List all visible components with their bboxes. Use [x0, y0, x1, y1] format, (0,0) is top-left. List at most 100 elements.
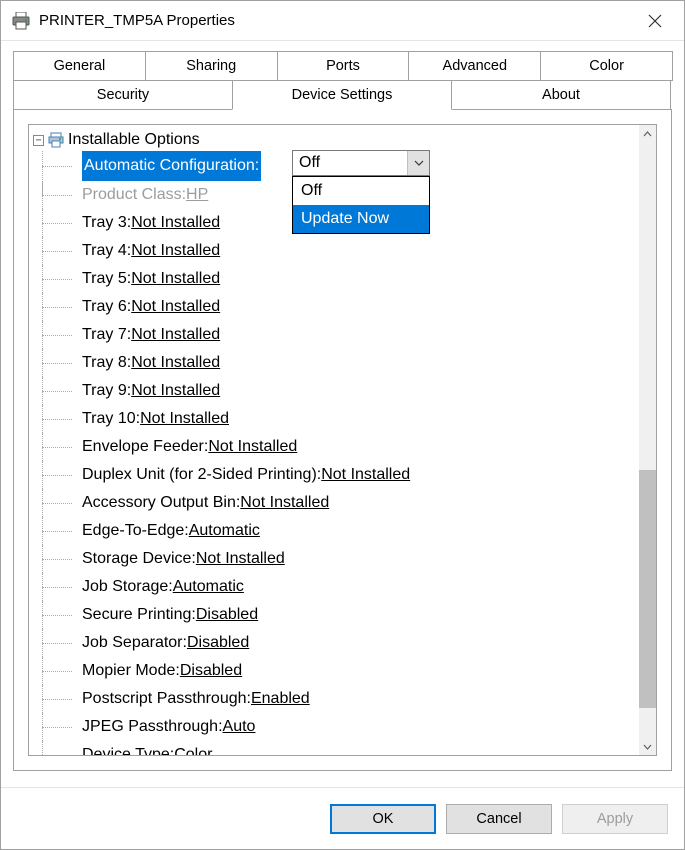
tree-item-label: Tray 5:	[82, 265, 131, 293]
ok-button[interactable]: OK	[330, 804, 436, 834]
tree-item[interactable]: Tray 10: Not Installed	[42, 405, 639, 433]
tree-item-label: Tray 7:	[82, 321, 131, 349]
tree-item-value[interactable]: Not Installed	[321, 461, 410, 489]
tree-item-value[interactable]: Not Installed	[140, 405, 229, 433]
tree-item-label: Device Type:	[82, 741, 174, 755]
tree-root-label: Installable Options	[68, 131, 200, 149]
tree-item-label: Automatic Configuration:	[82, 151, 261, 181]
tree-item[interactable]: Tray 8: Not Installed	[42, 349, 639, 377]
tree-item-label: Storage Device:	[82, 545, 196, 573]
tree-item[interactable]: Tray 9: Not Installed	[42, 377, 639, 405]
tree-item-label: Job Storage:	[82, 573, 173, 601]
tree-item-label: Mopier Mode:	[82, 657, 180, 685]
tab-advanced[interactable]: Advanced	[408, 51, 541, 81]
tab-sharing[interactable]: Sharing	[145, 51, 278, 81]
tree-item-label: Tray 6:	[82, 293, 131, 321]
tree-item-label: Tray 3:	[82, 209, 131, 237]
tree-item[interactable]: Duplex Unit (for 2-Sided Printing): Not …	[42, 461, 639, 489]
tree-item[interactable]: Tray 7: Not Installed	[42, 321, 639, 349]
tree-item[interactable]: Accessory Output Bin: Not Installed	[42, 489, 639, 517]
tab-ports[interactable]: Ports	[277, 51, 410, 81]
tree-viewport: − Installable Options Automatic Configur…	[29, 125, 639, 755]
tree-item-label: Tray 10:	[82, 405, 140, 433]
dropdown-button[interactable]	[407, 151, 429, 175]
tree-item-value[interactable]: Disabled	[187, 629, 249, 657]
tab-content: − Installable Options Automatic Configur…	[13, 109, 672, 771]
tree-item[interactable]: Tray 4: Not Installed	[42, 237, 639, 265]
tree-item-label: JPEG Passthrough:	[82, 713, 223, 741]
chevron-up-icon	[643, 131, 652, 137]
tree-item-value[interactable]: Not Installed	[131, 237, 220, 265]
tree-item-value[interactable]: Auto	[223, 713, 256, 741]
tree-item[interactable]: Edge-To-Edge: Automatic	[42, 517, 639, 545]
dropdown-option[interactable]: Off	[293, 177, 429, 205]
tree-item[interactable]: JPEG Passthrough: Auto	[42, 713, 639, 741]
tree-item-label: Envelope Feeder:	[82, 433, 208, 461]
tree-item-label: Job Separator:	[82, 629, 187, 657]
collapse-icon[interactable]: −	[33, 135, 44, 146]
tree-item-label: Tray 8:	[82, 349, 131, 377]
tab-strip: GeneralSharingPortsAdvancedColor Managem…	[13, 51, 672, 110]
tree-item-label: Duplex Unit (for 2-Sided Printing):	[82, 461, 321, 489]
tree-item-value[interactable]: Not Installed	[131, 293, 220, 321]
printer-icon	[11, 12, 31, 30]
close-icon	[648, 14, 662, 28]
tree-item-value[interactable]: Not Installed	[131, 349, 220, 377]
window-title: PRINTER_TMP5A Properties	[39, 12, 235, 29]
tree-item-value[interactable]: Automatic	[189, 517, 260, 545]
dropdown-list[interactable]: OffUpdate Now	[292, 176, 430, 234]
tab-general[interactable]: General	[13, 51, 146, 81]
tree-item-value[interactable]: Not Installed	[131, 321, 220, 349]
tree-item-label: Tray 9:	[82, 377, 131, 405]
dropdown-selected-value: Off	[293, 154, 407, 172]
tree-item[interactable]: Envelope Feeder: Not Installed	[42, 433, 639, 461]
chevron-down-icon	[414, 160, 424, 166]
vertical-scrollbar[interactable]	[639, 125, 656, 755]
automatic-configuration-dropdown[interactable]: Off	[292, 150, 430, 176]
tree-item-value[interactable]: Not Installed	[131, 209, 220, 237]
tree-item[interactable]: Device Type: Color	[42, 741, 639, 755]
tree-item[interactable]: Mopier Mode: Disabled	[42, 657, 639, 685]
tree-item-value[interactable]: Not Installed	[208, 433, 297, 461]
tab-about[interactable]: About	[451, 80, 671, 110]
tree-item-value[interactable]: Not Installed	[240, 489, 329, 517]
tree-item-value[interactable]: Not Installed	[131, 377, 220, 405]
tree-item-label: Postscript Passthrough:	[82, 685, 251, 713]
tree-item-value[interactable]: HP	[186, 181, 208, 209]
tree-item-value[interactable]: Automatic	[173, 573, 244, 601]
tree-item[interactable]: Postscript Passthrough: Enabled	[42, 685, 639, 713]
tree-item-value[interactable]: Color	[174, 741, 212, 755]
tree-item-value[interactable]: Enabled	[251, 685, 310, 713]
tree-item-label: Accessory Output Bin:	[82, 489, 240, 517]
tree-item-value[interactable]: Not Installed	[131, 265, 220, 293]
tree-item-value[interactable]: Disabled	[180, 657, 242, 685]
tree-item[interactable]: Job Storage: Automatic	[42, 573, 639, 601]
dialog-footer: OK Cancel Apply	[1, 787, 684, 849]
tree-item-value[interactable]: Disabled	[196, 601, 258, 629]
scroll-track[interactable]	[639, 142, 656, 738]
scroll-down-button[interactable]	[639, 738, 656, 755]
dropdown-option[interactable]: Update Now	[293, 205, 429, 233]
close-button[interactable]	[632, 5, 678, 37]
tab-security[interactable]: Security	[13, 80, 233, 110]
tree-item[interactable]: Job Separator: Disabled	[42, 629, 639, 657]
properties-dialog: PRINTER_TMP5A Properties GeneralSharingP…	[0, 0, 685, 850]
tab-color-management[interactable]: Color Management	[540, 51, 673, 81]
tree-item-label: Product Class:	[82, 181, 186, 209]
cancel-button[interactable]: Cancel	[446, 804, 552, 834]
tree-item-label: Edge-To-Edge:	[82, 517, 189, 545]
tree-item[interactable]: Tray 6: Not Installed	[42, 293, 639, 321]
tree-item[interactable]: Secure Printing: Disabled	[42, 601, 639, 629]
tree-root[interactable]: − Installable Options	[33, 129, 639, 151]
tree-item[interactable]: Tray 5: Not Installed	[42, 265, 639, 293]
scroll-thumb[interactable]	[639, 470, 656, 708]
tree-item-value[interactable]: Not Installed	[196, 545, 285, 573]
titlebar: PRINTER_TMP5A Properties	[1, 1, 684, 41]
scroll-up-button[interactable]	[639, 125, 656, 142]
chevron-down-icon	[643, 744, 652, 750]
tree-item[interactable]: Storage Device: Not Installed	[42, 545, 639, 573]
tree-item-label: Secure Printing:	[82, 601, 196, 629]
tab-device-settings[interactable]: Device Settings	[232, 80, 452, 110]
tree-item-label: Tray 4:	[82, 237, 131, 265]
dialog-body: GeneralSharingPortsAdvancedColor Managem…	[1, 41, 684, 787]
